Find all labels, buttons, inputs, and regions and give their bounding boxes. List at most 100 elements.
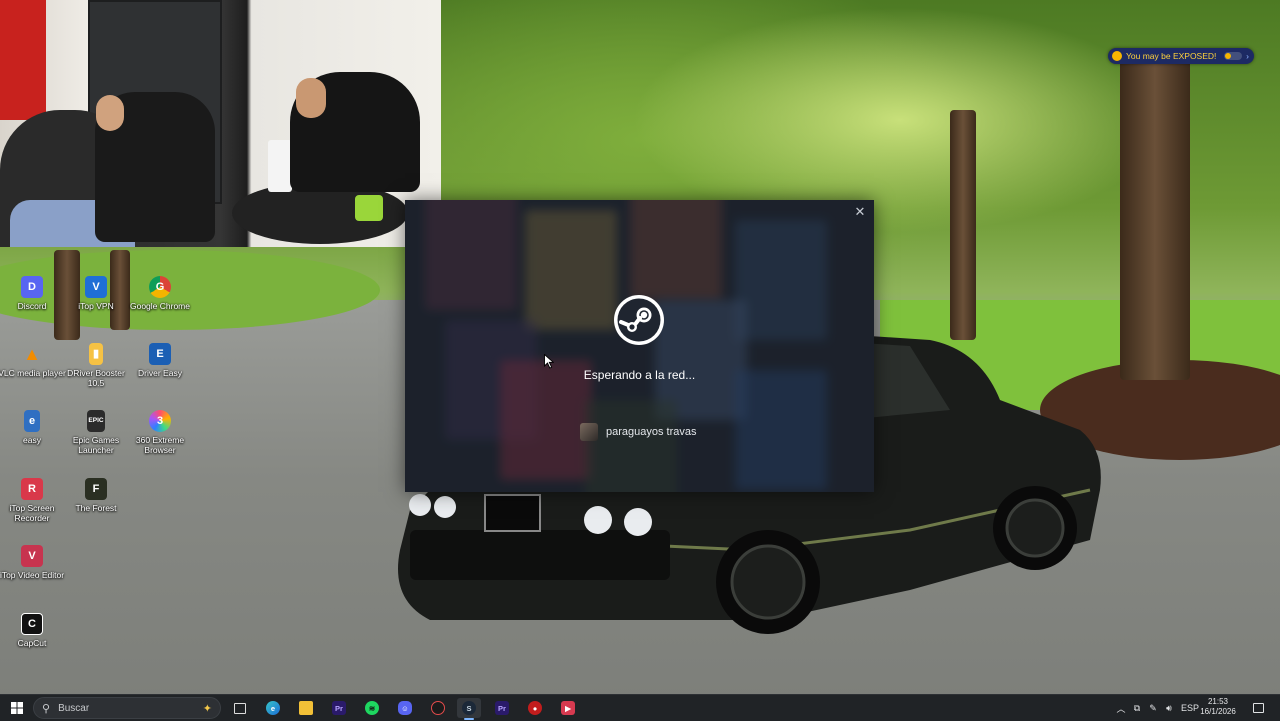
discord-icon: ☺ — [398, 701, 412, 715]
desktop-icon-the-forest[interactable]: F The Forest — [60, 478, 132, 513]
chevron-up-icon: ︿ — [1116, 703, 1126, 714]
edge-app-button[interactable]: e — [261, 698, 285, 718]
volume-button[interactable]: 🔊︎ — [1162, 695, 1176, 721]
desktop-icon-label: iTop Video Editor — [0, 570, 65, 580]
capture-app-button[interactable] — [426, 698, 450, 718]
itop-video-app-button[interactable]: ▶ — [556, 698, 580, 718]
account-username: paraguayos travas — [606, 426, 697, 438]
desktop-icon-label: easy — [23, 435, 41, 445]
chrome-icon: G — [149, 276, 171, 298]
record-icon — [431, 701, 445, 715]
pen-icon: ✎ — [1149, 702, 1157, 713]
notification-icon — [1252, 703, 1264, 713]
mouse-cursor-icon — [544, 354, 554, 369]
easy-icon: e — [24, 410, 40, 432]
folder-icon — [299, 701, 313, 715]
volume-icon: 🔊︎ — [1166, 702, 1172, 713]
desktop-icon-itop-vpn[interactable]: V iTop VPN — [60, 276, 132, 311]
task-view-icon — [234, 702, 246, 714]
steam-app-button[interactable]: S — [457, 698, 481, 720]
tray-app-button[interactable]: ✎ — [1146, 695, 1160, 721]
exposed-warning-text: You may be EXPOSED! — [1126, 51, 1217, 61]
desktop-icon-vlc[interactable]: ▲ VLC media player — [0, 343, 68, 378]
itop-screen-recorder-icon: R — [21, 478, 43, 500]
360-browser-icon: 3 — [149, 410, 171, 432]
desktop-icon-label: iTop Screen Recorder — [9, 503, 55, 523]
itop-vpn-icon: V — [85, 276, 107, 298]
webcam-paper-roll — [268, 140, 292, 192]
driver-easy-icon: E — [149, 343, 171, 365]
clock-date: 16/1/2026 — [1200, 707, 1236, 716]
premiere-app-button-2[interactable]: Pr — [490, 698, 514, 718]
desktop-icon-label: 360 Extreme Browser — [135, 435, 185, 455]
taskbar-clock[interactable]: 21:53 16/1/2026 — [1196, 697, 1240, 717]
clock-time: 21:53 — [1207, 697, 1229, 706]
epic-games-icon: EPIC — [87, 410, 105, 432]
discord-app-button[interactable]: ☺ — [393, 698, 417, 718]
steam-icon: S — [462, 701, 476, 715]
desktop-icon-easy[interactable]: e easy — [0, 410, 68, 445]
record-app-button[interactable]: ● — [523, 698, 547, 718]
webcam-overlay — [0, 0, 441, 247]
desktop-icon-360-browser[interactable]: 3 360 Extreme Browser — [124, 410, 196, 455]
itop-video-editor-icon: ▶ — [561, 701, 575, 715]
search-icon: ⚲ — [42, 702, 51, 715]
webcam-jacket — [0, 0, 46, 120]
warning-icon — [1112, 51, 1122, 61]
vlc-cone-icon: ▲ — [23, 344, 41, 364]
search-placeholder: Buscar — [58, 702, 90, 714]
taskbar: ⚲ Buscar ✦ e Pr ≋ ☺ S Pr ● ▶ ︿ ⧉ ✎ 🔊︎ ES… — [0, 694, 1280, 721]
desktop-icon-label: Google Chrome — [129, 301, 190, 311]
notifications-button[interactable] — [1250, 695, 1266, 721]
desktop-icon-label: Driver Easy — [138, 368, 182, 378]
capcut-icon: C — [21, 613, 43, 635]
close-icon[interactable]: ✕ — [852, 204, 868, 220]
desktop-icon-label: iTop VPN — [78, 301, 114, 311]
steam-login-dialog: ✕ Esperando a la red... paraguayos trava… — [405, 200, 874, 492]
desktop-icon-itop-screen-recorder[interactable]: R iTop Screen Recorder — [0, 478, 68, 523]
webcam-person-face — [96, 95, 124, 131]
desktop-icon-discord[interactable]: D Discord — [0, 276, 68, 311]
desktop-icon-capcut[interactable]: C CapCut — [0, 613, 68, 648]
steam-logo-icon — [614, 295, 664, 345]
arrow-right-icon: › — [1246, 51, 1249, 61]
premiere-app-button[interactable]: Pr — [327, 698, 351, 718]
task-view-button[interactable] — [228, 698, 252, 718]
dialog-dim-overlay — [405, 200, 874, 492]
exposed-warning-badge[interactable]: You may be EXPOSED! › — [1108, 48, 1254, 64]
device-icon: ⧉ — [1133, 702, 1141, 713]
desktop-icon-label: Epic Games Launcher — [72, 435, 120, 455]
premiere-icon: Pr — [332, 701, 346, 715]
record-icon: ● — [528, 701, 542, 715]
taskbar-search-box[interactable]: ⚲ Buscar ✦ — [33, 697, 221, 719]
show-hidden-icons-button[interactable]: ︿ — [1114, 695, 1128, 721]
desktop-icon-google-chrome[interactable]: G Google Chrome — [124, 276, 196, 311]
webcam-person-face — [296, 78, 326, 118]
premiere-icon: Pr — [495, 701, 509, 715]
windows-logo-icon — [11, 702, 23, 714]
start-button[interactable] — [6, 695, 28, 721]
network-status-text: Esperando a la red... — [583, 368, 696, 382]
folder-icon: ▮ — [89, 343, 103, 365]
toggle-icon — [1224, 52, 1243, 60]
itop-video-editor-icon: V — [21, 545, 43, 567]
edge-icon: e — [266, 701, 280, 715]
spotify-icon: ≋ — [365, 701, 379, 715]
discord-icon: D — [21, 276, 43, 298]
desktop-icon-epic-games[interactable]: EPIC Epic Games Launcher — [60, 410, 132, 455]
desktop-icon-itop-video-editor[interactable]: V iTop Video Editor — [0, 545, 68, 580]
wallpaper-tree-trunk — [1120, 60, 1190, 380]
webcam-bottle — [355, 195, 383, 221]
desktop-icon-label: The Forest — [75, 503, 117, 513]
file-explorer-app-button[interactable] — [294, 698, 318, 718]
the-forest-icon: F — [85, 478, 107, 500]
spotify-app-button[interactable]: ≋ — [360, 698, 384, 718]
tray-app-button[interactable]: ⧉ — [1130, 695, 1144, 721]
wallpaper-tree-trunk — [950, 110, 976, 340]
steam-account[interactable]: paraguayos travas — [580, 422, 697, 442]
desktop-icon-label: CapCut — [17, 638, 47, 648]
avatar — [580, 423, 598, 441]
desktop-icon-label: DRiver Booster 10.5 — [67, 368, 125, 388]
desktop-icon-driver-booster[interactable]: ▮ DRiver Booster 10.5 — [60, 343, 132, 388]
desktop-icon-driver-easy[interactable]: E Driver Easy — [124, 343, 196, 378]
